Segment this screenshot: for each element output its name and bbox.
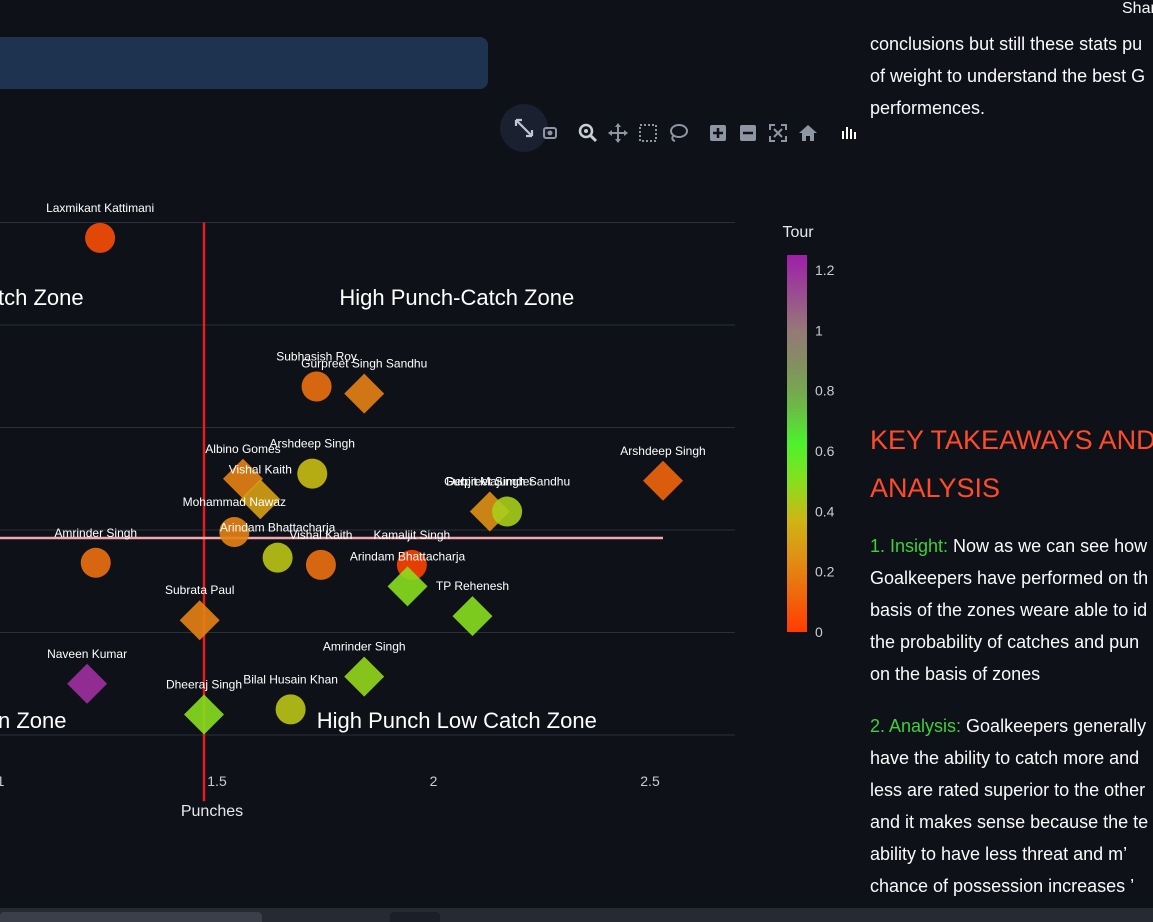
analysis-label: 2. Analysis: [870, 716, 962, 736]
insight-line-3: basis of the zones weare able to id [870, 600, 1148, 620]
data-point-diamond [184, 694, 225, 735]
reset-axes-icon[interactable] [797, 122, 819, 144]
takeaways-heading: KEY TAKEAWAYS AND ANALYSIS [870, 416, 1153, 512]
share-button[interactable]: Shar [1122, 0, 1153, 18]
lasso-icon[interactable] [667, 122, 689, 144]
point-label: Subrata Paul [165, 583, 234, 597]
colorbar-tick-label: 0.6 [815, 443, 835, 459]
colorbar-title: Tour [782, 224, 814, 241]
bottom-scrollbar[interactable] [0, 908, 1153, 922]
point-label: Arshdeep Singh [620, 444, 705, 458]
colorbar-tick-label: 1.2 [815, 262, 835, 278]
data-point-circle [297, 458, 328, 489]
intro-line-3: performences. [870, 98, 986, 118]
colorbar-tick-label: 1 [815, 322, 823, 338]
colorbar-tick-label: 0.8 [815, 383, 835, 399]
data-point-circle [80, 547, 111, 578]
point-label: Laxmikant Kattimani [46, 201, 154, 215]
data-point-circle [275, 694, 306, 725]
point-label: Kamaljit Singh [373, 528, 450, 542]
point-label: Albino Gomes [205, 442, 280, 456]
autoscale-icon[interactable] [767, 122, 789, 144]
data-point-circle [85, 222, 116, 253]
x-tick-label: 1.5 [207, 773, 227, 789]
point-label: Amrinder Singh [54, 526, 137, 540]
point-label: Vishal Kaith [289, 528, 352, 542]
x-tick-label: 1 [0, 773, 5, 789]
data-point-diamond [344, 373, 385, 414]
plot-modebar [500, 104, 870, 154]
zone-label: tch Zone [0, 285, 84, 310]
point-label: Bilal Husain Khan [243, 672, 338, 686]
chart-svg: tch Zone High Punch-Catch Zone n Zone High … [0, 201, 835, 820]
data-point-diamond [642, 460, 683, 501]
heading-line-1: KEY TAKEAWAYS AND [870, 425, 1153, 455]
point-label: Dheeraj Singh [166, 678, 242, 692]
zone-label: High Punch-Catch Zone [339, 285, 574, 310]
point-label: Naveen Kumar [47, 647, 127, 661]
data-point-diamond [67, 663, 108, 704]
point-label: Gurpreet Singh Sandhu [301, 357, 427, 371]
camera-icon[interactable] [540, 122, 562, 144]
analysis-line-6: chance of possession increases ’ [870, 876, 1135, 896]
bottom-tab[interactable] [390, 912, 440, 922]
point-label: Amrinder Singh [323, 640, 406, 654]
insight-text-1: Now as we can see how [948, 536, 1148, 556]
data-point-circle [262, 542, 293, 573]
zoom-icon[interactable] [577, 122, 599, 144]
point-label: Arshdeep Singh [270, 437, 355, 451]
zoom-out-icon[interactable] [737, 122, 759, 144]
point-label: Gurpreet Singh Sandhu [444, 475, 570, 489]
right-panel: Shar conclusions but still these stats p… [870, 0, 1153, 922]
analysis-line-1: 2. Analysis: Goalkeepers generally [870, 710, 1146, 742]
point-label: TP Rehenesh [436, 579, 509, 593]
top-banner [0, 37, 488, 89]
box-select-icon[interactable] [637, 122, 659, 144]
point-label: Arindam Bhattacharja [350, 549, 466, 563]
heading-line-2: ANALYSIS [870, 473, 1001, 503]
analysis-line-5: ability to have less threat and m’ [870, 844, 1128, 864]
analysis-text-1: Goalkeepers generally [961, 716, 1147, 736]
insight-line-1: 1. Insight: Now as we can see how [870, 530, 1147, 562]
data-point-diamond [344, 656, 385, 697]
colorbar-tick-label: 0.4 [815, 503, 835, 519]
colorbar [787, 255, 807, 632]
data-point-diamond [179, 600, 220, 641]
insight-label: 1. Insight: [870, 536, 949, 556]
intro-line-2: of weight to understand the best G [870, 66, 1146, 86]
insight-line-5: on the basis of zones [870, 664, 1041, 684]
bottom-tab[interactable] [0, 912, 262, 922]
insight-line-4: the probability of catches and pun [870, 632, 1140, 652]
colorbar-tick-label: 0.2 [815, 564, 835, 580]
x-tick-label: 2.5 [640, 773, 660, 789]
pan-icon[interactable] [607, 122, 629, 144]
data-point-circle [305, 549, 336, 580]
colorbar-tick-label: 0 [815, 624, 823, 640]
point-label: Mohammad Nawaz [183, 495, 286, 509]
plotly-logo-icon[interactable] [837, 122, 859, 144]
zone-label: n Zone [0, 708, 67, 733]
data-point-diamond [452, 596, 493, 637]
intro-line-1: conclusions but still these stats pu [870, 34, 1143, 54]
analysis-line-4: and it makes sense because the te [870, 812, 1149, 832]
zone-label: High Punch Low Catch Zone [317, 708, 597, 733]
zoom-in-icon[interactable] [707, 122, 729, 144]
data-point-circle [492, 496, 523, 527]
point-label: Vishal Kaith [229, 462, 292, 476]
analysis-line-2: have the ability to catch more and [870, 748, 1140, 768]
insight-line-2: Goalkeepers have performed on th [870, 568, 1149, 588]
scatter-plot[interactable]: tch Zone High Punch-Catch Zone n Zone High … [0, 150, 870, 850]
analysis-line-3: less are rated superior to the other [870, 780, 1146, 800]
x-tick-label: 2 [430, 773, 438, 789]
data-point-circle [301, 371, 332, 402]
x-axis-title: Punches [181, 803, 243, 820]
